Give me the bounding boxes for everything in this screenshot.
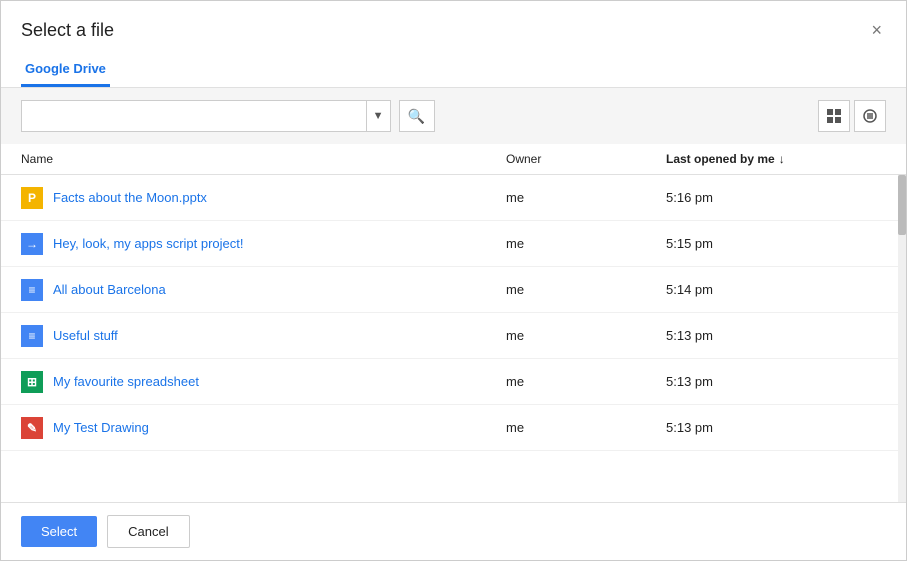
file-name: Facts about the Moon.pptx bbox=[53, 190, 207, 205]
doc-icon: ≡ bbox=[21, 325, 43, 347]
dialog-title: Select a file bbox=[21, 20, 114, 41]
file-time: 5:15 pm bbox=[666, 236, 886, 251]
file-time: 5:13 pm bbox=[666, 420, 886, 435]
dialog-header: Select a file × bbox=[1, 1, 906, 43]
file-name-cell: ≡ All about Barcelona bbox=[21, 279, 506, 301]
file-name-cell: ✎ My Test Drawing bbox=[21, 417, 506, 439]
scrollbar-thumb[interactable] bbox=[898, 175, 906, 235]
toolbar: ▼ 🔍 bbox=[1, 88, 906, 144]
pptx-icon: P bbox=[21, 187, 43, 209]
tab-google-drive[interactable]: Google Drive bbox=[21, 53, 110, 87]
file-name-cell: ⊞ My favourite spreadsheet bbox=[21, 371, 506, 393]
select-file-dialog: Select a file × Google Drive ▼ 🔍 bbox=[0, 0, 907, 561]
search-wrapper: ▼ bbox=[21, 100, 391, 132]
grid-icon bbox=[826, 108, 842, 124]
file-name: Hey, look, my apps script project! bbox=[53, 236, 244, 251]
sort-icon bbox=[862, 108, 878, 124]
doc-icon: ≡ bbox=[21, 279, 43, 301]
col-name-header: Name bbox=[21, 152, 506, 166]
search-button[interactable]: 🔍 bbox=[399, 100, 435, 132]
view-buttons bbox=[818, 100, 886, 132]
file-owner: me bbox=[506, 190, 666, 205]
grid-view-button[interactable] bbox=[818, 100, 850, 132]
tabs-bar: Google Drive bbox=[1, 53, 906, 88]
file-name: My favourite spreadsheet bbox=[53, 374, 199, 389]
table-row[interactable]: → Hey, look, my apps script project! me … bbox=[1, 221, 906, 267]
file-name-cell: ≡ Useful stuff bbox=[21, 325, 506, 347]
file-name: All about Barcelona bbox=[53, 282, 166, 297]
script-icon: → bbox=[21, 233, 43, 255]
file-owner: me bbox=[506, 236, 666, 251]
table-row[interactable]: ≡ Useful stuff me 5:13 pm bbox=[1, 313, 906, 359]
file-owner: me bbox=[506, 282, 666, 297]
search-icon: 🔍 bbox=[408, 108, 425, 125]
search-input[interactable] bbox=[22, 101, 366, 131]
file-time: 5:14 pm bbox=[666, 282, 886, 297]
file-owner: me bbox=[506, 328, 666, 343]
close-button[interactable]: × bbox=[867, 17, 886, 43]
cancel-button[interactable]: Cancel bbox=[107, 515, 189, 548]
file-owner: me bbox=[506, 374, 666, 389]
file-name-cell: P Facts about the Moon.pptx bbox=[21, 187, 506, 209]
scrollbar-track[interactable] bbox=[898, 175, 906, 502]
table-row[interactable]: P Facts about the Moon.pptx me 5:16 pm bbox=[1, 175, 906, 221]
file-owner: me bbox=[506, 420, 666, 435]
table-header: Name Owner Last opened by me ↓ bbox=[1, 144, 906, 175]
file-name: Useful stuff bbox=[53, 328, 118, 343]
sort-arrow-icon: ↓ bbox=[779, 152, 785, 166]
file-time: 5:13 pm bbox=[666, 374, 886, 389]
sort-view-button[interactable] bbox=[854, 100, 886, 132]
file-time: 5:13 pm bbox=[666, 328, 886, 343]
file-name: My Test Drawing bbox=[53, 420, 149, 435]
col-owner-header: Owner bbox=[506, 152, 666, 166]
drawing-icon: ✎ bbox=[21, 417, 43, 439]
file-table: P Facts about the Moon.pptx me 5:16 pm →… bbox=[1, 175, 906, 502]
table-row[interactable]: ≡ All about Barcelona me 5:14 pm bbox=[1, 267, 906, 313]
select-button[interactable]: Select bbox=[21, 516, 97, 547]
file-name-cell: → Hey, look, my apps script project! bbox=[21, 233, 506, 255]
col-last-header[interactable]: Last opened by me ↓ bbox=[666, 152, 886, 166]
table-row[interactable]: ✎ My Test Drawing me 5:13 pm bbox=[1, 405, 906, 451]
sheet-icon: ⊞ bbox=[21, 371, 43, 393]
table-row[interactable]: ⊞ My favourite spreadsheet me 5:13 pm bbox=[1, 359, 906, 405]
search-dropdown-button[interactable]: ▼ bbox=[366, 101, 390, 131]
file-time: 5:16 pm bbox=[666, 190, 886, 205]
dialog-footer: Select Cancel bbox=[1, 502, 906, 560]
